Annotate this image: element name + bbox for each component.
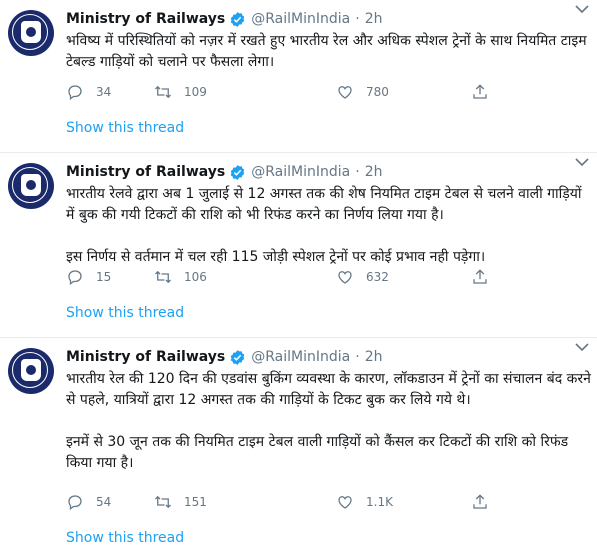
retweet-button[interactable]: 109	[154, 82, 207, 102]
show-thread-link[interactable]: Show this thread	[66, 305, 184, 321]
like-button[interactable]: 632	[336, 267, 389, 287]
retweet-icon	[155, 270, 171, 284]
tweet-text: भारतीय रेलवे द्वारा अब 1 जुलाई से 12 अगस…	[66, 186, 582, 265]
like-icon	[338, 271, 352, 284]
tweet-content: Ministry of Railways @RailMinIndia · 2h …	[66, 346, 591, 474]
share-button[interactable]	[471, 82, 501, 102]
reply-button[interactable]: 15	[66, 267, 111, 287]
tweet-text: भारतीय रेल की 120 दिन की एडवांस बुकिंग व…	[66, 371, 591, 471]
tweet-content: Ministry of Railways @RailMinIndia · 2h …	[66, 161, 591, 268]
separator-dot: ·	[355, 11, 360, 27]
avatar[interactable]	[8, 163, 54, 209]
verified-badge-icon	[231, 349, 245, 365]
share-icon	[473, 494, 487, 509]
avatar[interactable]	[8, 348, 54, 394]
tweet[interactable]: Ministry of Railways @RailMinIndia · 2h …	[0, 338, 597, 556]
retweet-icon	[155, 495, 171, 509]
tweet-text: भविष्य में परिस्थितियों को नज़र में रखते…	[66, 33, 587, 70]
author-handle[interactable]: @RailMinIndia	[251, 349, 350, 365]
like-count: 1.1K	[366, 495, 393, 509]
like-icon	[338, 496, 352, 509]
retweet-count: 151	[184, 495, 207, 509]
tweet-content: Ministry of Railways @RailMinIndia · 2h …	[66, 8, 591, 73]
tweet-header: Ministry of Railways @RailMinIndia · 2h	[66, 346, 591, 368]
author-name[interactable]: Ministry of Railways	[66, 164, 225, 180]
share-icon	[473, 269, 487, 284]
share-icon	[473, 84, 487, 99]
retweet-icon	[155, 85, 171, 99]
like-count: 780	[366, 85, 389, 99]
author-name[interactable]: Ministry of Railways	[66, 349, 225, 365]
avatar[interactable]	[8, 10, 54, 56]
retweet-button[interactable]: 106	[154, 267, 207, 287]
separator-dot: ·	[355, 164, 360, 180]
reply-icon	[68, 270, 82, 286]
share-button[interactable]	[471, 267, 501, 287]
verified-badge-icon	[231, 164, 245, 180]
show-thread-link[interactable]: Show this thread	[66, 530, 184, 546]
reply-count: 54	[96, 495, 112, 509]
author-handle[interactable]: @RailMinIndia	[251, 11, 350, 27]
reply-icon	[68, 495, 82, 511]
reply-button[interactable]: 54	[66, 492, 111, 512]
like-button[interactable]: 780	[336, 82, 389, 102]
timestamp[interactable]: 2h	[365, 11, 383, 27]
like-count: 632	[366, 270, 389, 284]
verified-badge-icon	[231, 11, 245, 27]
tweet-actions: 15 106 632	[66, 267, 506, 287]
show-thread-link[interactable]: Show this thread	[66, 120, 184, 136]
share-button[interactable]	[471, 492, 501, 512]
retweet-button[interactable]: 151	[154, 492, 207, 512]
like-button[interactable]: 1.1K	[336, 492, 393, 512]
reply-button[interactable]: 34	[66, 82, 111, 102]
tweet-actions: 54 151 1.1K	[66, 492, 506, 512]
author-name[interactable]: Ministry of Railways	[66, 11, 225, 27]
timestamp[interactable]: 2h	[365, 349, 383, 365]
separator-dot: ·	[355, 349, 360, 365]
retweet-count: 109	[184, 85, 207, 99]
reply-count: 15	[96, 270, 112, 284]
tweet[interactable]: Ministry of Railways @RailMinIndia · 2h …	[0, 153, 597, 338]
tweet-actions: 34 109 780	[66, 82, 506, 102]
like-icon	[338, 86, 352, 99]
tweet-header: Ministry of Railways @RailMinIndia · 2h	[66, 161, 591, 183]
timestamp[interactable]: 2h	[365, 164, 383, 180]
reply-icon	[68, 85, 82, 101]
tweet[interactable]: Ministry of Railways @RailMinIndia · 2h …	[0, 0, 597, 153]
reply-count: 34	[96, 85, 112, 99]
tweet-header: Ministry of Railways @RailMinIndia · 2h	[66, 8, 591, 30]
retweet-count: 106	[184, 270, 207, 284]
author-handle[interactable]: @RailMinIndia	[251, 164, 350, 180]
